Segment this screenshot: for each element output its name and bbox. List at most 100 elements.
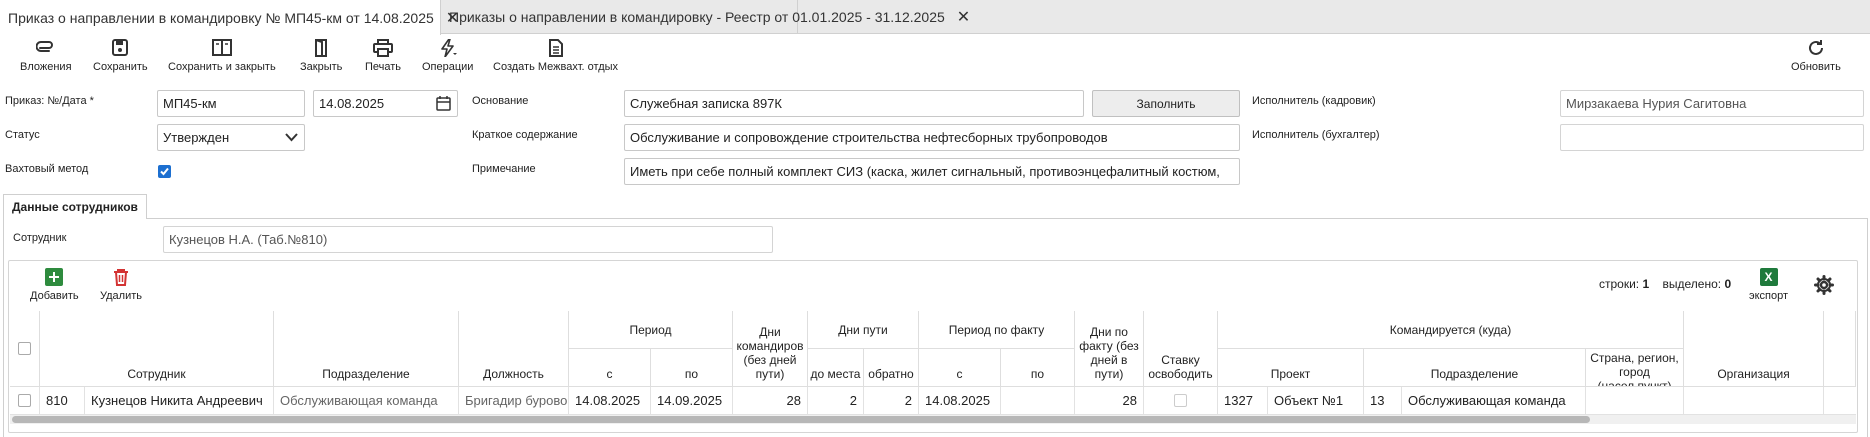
rows-label: строки:: [1599, 277, 1640, 291]
cell-employee[interactable]: Кузнецов Никита Андреевич: [85, 387, 274, 414]
scrollbar-thumb[interactable]: [12, 416, 1590, 423]
divider: [144, 218, 1868, 219]
cell-position[interactable]: Бригадир буровой: [459, 387, 569, 414]
basis-input[interactable]: Служебная записка 897К: [624, 90, 1084, 117]
close-icon[interactable]: ✕: [957, 7, 970, 27]
col-filler: [1824, 311, 1856, 387]
refresh-button[interactable]: Обновить: [1791, 39, 1841, 73]
export-button[interactable]: X экспорт: [1749, 268, 1788, 302]
hr-executor-input[interactable]: Мирзакаева Нурия Сагитовна: [1560, 90, 1864, 117]
cell-back[interactable]: 2: [864, 387, 919, 414]
tab-employee-data[interactable]: Данные сотрудников: [3, 194, 147, 219]
col-department[interactable]: Подразделение: [274, 311, 459, 387]
plus-icon: [45, 268, 64, 286]
col-fact-days[interactable]: Дни по факту (без дней в пути): [1075, 311, 1144, 387]
save-icon: [112, 39, 129, 56]
col-period-to[interactable]: по: [651, 349, 733, 387]
save-close-label: Сохранить и закрыть: [168, 61, 276, 73]
selected-label: выделено:: [1662, 277, 1722, 291]
cell-dest-department[interactable]: Обслуживающая команда: [1402, 387, 1586, 414]
cell-fact-days[interactable]: 28: [1075, 387, 1144, 414]
cell-project[interactable]: Объект №1: [1268, 387, 1364, 414]
refresh-icon: [1808, 40, 1823, 55]
status-label: Статус: [5, 129, 40, 141]
col-group-fact: Период по факту: [919, 311, 1075, 349]
order-date-value: 14.08.2025: [319, 96, 385, 111]
col-back[interactable]: обратно: [864, 349, 919, 387]
status-select[interactable]: Утвержден: [157, 124, 305, 151]
cell-tab-no[interactable]: 810: [40, 387, 85, 414]
cell-trip-days[interactable]: 28: [733, 387, 808, 414]
col-fact-from[interactable]: с: [919, 349, 1001, 387]
excel-icon: X: [1759, 268, 1778, 286]
cell-fact-from[interactable]: 14.08.2025: [919, 387, 1001, 414]
col-location[interactable]: Страна, регион, город (насел.пункт): [1586, 349, 1684, 387]
select-all-cell: [10, 311, 40, 387]
shift-label: Вахтовый метод: [5, 163, 89, 175]
cell-fact-to[interactable]: [1001, 387, 1075, 414]
save-close-button[interactable]: Сохранить и закрыть: [168, 39, 276, 73]
rows-count: 1: [1642, 277, 1650, 291]
lightning-icon: [440, 39, 457, 57]
print-button[interactable]: Печать: [365, 39, 401, 73]
cell-project-code[interactable]: 1327: [1218, 387, 1268, 414]
employee-label: Сотрудник: [13, 232, 67, 244]
employee-input[interactable]: Кузнецов Н.А. (Таб.№810): [163, 226, 773, 253]
close-button[interactable]: Закрыть: [300, 39, 342, 73]
delete-button[interactable]: Удалить: [100, 268, 142, 302]
col-to-place[interactable]: до места: [808, 349, 864, 387]
col-project[interactable]: Проект: [1218, 349, 1364, 387]
shift-checkbox[interactable]: [158, 165, 171, 178]
fill-button[interactable]: Заполнить: [1092, 90, 1240, 117]
select-all-checkbox[interactable]: [18, 342, 31, 355]
col-organization[interactable]: Организация: [1684, 311, 1824, 387]
order-label: Приказ: №/Дата *: [5, 95, 94, 107]
col-position[interactable]: Должность: [459, 311, 569, 387]
col-fact-to[interactable]: по: [1001, 349, 1075, 387]
cell-dept-code[interactable]: 13: [1364, 387, 1402, 414]
export-label: экспорт: [1749, 290, 1789, 302]
tab-bar: Приказ о направлении в командировку № МП…: [0, 0, 1870, 35]
status-value: Утвержден: [163, 130, 230, 145]
cell-department[interactable]: Обслуживающая команда: [274, 387, 459, 414]
basis-label: Основание: [472, 95, 529, 107]
cell-location[interactable]: [1586, 387, 1684, 414]
col-release-rate[interactable]: Ставку освободить: [1144, 311, 1218, 387]
operations-button[interactable]: Операции: [422, 39, 473, 73]
col-dest-department[interactable]: Подразделение: [1364, 349, 1586, 387]
attachments-button[interactable]: Вложения: [20, 39, 72, 73]
cell-period-from[interactable]: 14.08.2025: [569, 387, 651, 414]
gear-icon[interactable]: [1814, 275, 1834, 298]
acc-executor-label: Исполнитель (бухгалтер): [1252, 129, 1380, 141]
save-button[interactable]: Сохранить: [93, 39, 148, 73]
order-date-input[interactable]: 14.08.2025: [313, 90, 458, 117]
paperclip-icon: [35, 41, 53, 52]
row-checkbox[interactable]: [18, 394, 31, 407]
cell-period-to[interactable]: 14.09.2025: [651, 387, 733, 414]
tab-order[interactable]: Приказ о направлении в командировку № МП…: [0, 0, 459, 35]
acc-executor-input[interactable]: [1560, 124, 1864, 151]
operations-label: Операции: [422, 61, 474, 73]
selected-count: 0: [1724, 277, 1732, 291]
cell-organization[interactable]: [1684, 387, 1824, 414]
note-label: Примечание: [472, 163, 536, 175]
attachments-label: Вложения: [20, 61, 72, 73]
summary-label: Краткое содержание: [472, 129, 578, 141]
hr-executor-label: Исполнитель (кадровик): [1252, 95, 1376, 107]
tab-registry[interactable]: Приказы о направлении в командировку - Р…: [441, 0, 970, 34]
release-rate-checkbox[interactable]: [1174, 394, 1187, 407]
tab-registry-label: Приказы о направлении в командировку - Р…: [449, 9, 945, 25]
note-input[interactable]: Иметь при себе полный комплект СИЗ (каск…: [624, 158, 1240, 185]
order-number-input[interactable]: МП45-км: [157, 90, 305, 117]
summary-input[interactable]: Обслуживание и сопровождение строительст…: [624, 124, 1240, 151]
col-employee[interactable]: Сотрудник: [40, 311, 274, 387]
add-button[interactable]: Добавить: [30, 268, 79, 302]
row-select-cell: [10, 387, 40, 414]
add-label: Добавить: [30, 290, 79, 302]
col-trip-days[interactable]: Дни командиров (без дней пути): [733, 311, 808, 387]
trash-icon: [114, 269, 128, 286]
cell-to-place[interactable]: 2: [808, 387, 864, 414]
calendar-icon[interactable]: [436, 96, 451, 111]
col-period-from[interactable]: с: [569, 349, 651, 387]
create-shift-button[interactable]: Создать Межвахт. отдых: [493, 39, 618, 73]
